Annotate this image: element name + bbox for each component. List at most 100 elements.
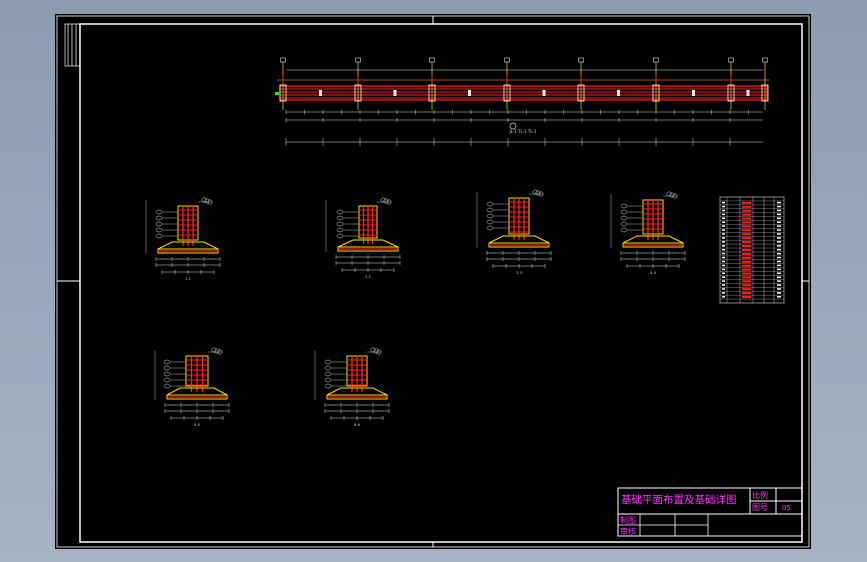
leader-bubble [620, 227, 628, 233]
table-cell-mark [777, 221, 781, 223]
footing-detail: 5-5 [154, 347, 230, 427]
table-cell-mark [722, 280, 725, 282]
table-rebar-mark [742, 205, 751, 208]
leader-bubble [336, 215, 344, 221]
table-cell-mark [722, 288, 725, 290]
plan-tick [692, 90, 695, 96]
table-cell-mark [777, 201, 781, 204]
table-rebar-mark [742, 252, 751, 255]
plan-tick [468, 90, 471, 96]
table-rebar-mark [742, 241, 751, 244]
table-cell-mark [722, 276, 725, 278]
leader-bubble [486, 225, 494, 231]
leader-bubble [336, 227, 344, 233]
table-rebar-mark [742, 272, 751, 275]
table-cell-mark [722, 252, 725, 255]
leader-bubble [155, 221, 163, 227]
leader-bubble [324, 371, 332, 377]
table-cell-mark [777, 241, 781, 243]
table-cell-mark [777, 296, 781, 298]
callout-bubble [383, 198, 389, 204]
plan-axis-bubble [355, 57, 361, 63]
table-cell-mark [722, 209, 725, 212]
table-rebar-mark [742, 288, 751, 291]
scale-label: 比例 [752, 490, 768, 500]
table-cell-mark [777, 264, 781, 267]
plan-tick [393, 90, 397, 96]
table-cell-mark [722, 268, 725, 271]
table-cell-mark [777, 217, 781, 220]
table-rebar-mark [742, 292, 751, 295]
table-rebar-mark [742, 280, 751, 283]
section-label: 5-5 [194, 423, 200, 427]
table-cell-mark [722, 217, 725, 220]
table-cell-mark [722, 296, 725, 298]
plan-axis-bubble [280, 57, 286, 63]
table-cell-mark [777, 233, 781, 235]
inner-border [79, 23, 803, 543]
table-rebar-mark [742, 221, 751, 224]
table-rebar-mark [742, 217, 751, 220]
footing-detail: 3-3 [476, 189, 552, 275]
leader-bubble [155, 215, 163, 221]
table-cell-mark [722, 213, 725, 216]
leader-bubble [620, 203, 628, 209]
table-rebar-mark [742, 260, 751, 263]
center-marks [57, 16, 809, 547]
table-rebar-mark [742, 233, 751, 236]
table-cell-mark [722, 260, 725, 263]
leader-bubble [324, 365, 332, 371]
drawing-no-label: 图号 [752, 503, 768, 512]
drawing-title: 基础平面布置及基础详图 [621, 493, 737, 506]
leader-bubble [620, 221, 628, 227]
rebar-schedule-table [719, 196, 785, 304]
table-rebar-mark [742, 245, 751, 248]
leader-bubble [324, 377, 332, 383]
table-rebar-mark [742, 209, 751, 212]
table-rebar-mark [742, 201, 751, 204]
callout-bubble [535, 190, 541, 196]
binding-strip [64, 23, 81, 67]
leader-bubble [163, 371, 171, 377]
callout-bubble [669, 192, 675, 198]
table-cell-mark [777, 252, 781, 255]
table-rebar-mark [742, 284, 751, 287]
plan-tick [542, 90, 546, 96]
footing-detail: 6-6 [314, 347, 390, 427]
leader-bubble [324, 383, 332, 389]
leader-bubble [486, 219, 494, 225]
table-rebar-mark [742, 276, 751, 279]
callout-bubble [201, 197, 207, 203]
section-label: 2-2 [365, 275, 371, 279]
leader-bubble [324, 359, 332, 365]
leader-bubble [155, 227, 163, 233]
table-cell-mark [722, 241, 725, 243]
leader-bubble [163, 359, 171, 365]
table-cell-mark [777, 205, 781, 208]
callout-bubble [532, 189, 538, 195]
table-cell-mark [722, 221, 725, 223]
table-cell-mark [722, 248, 725, 251]
leader-bubble [336, 209, 344, 215]
title-block: 基础平面布置及基础详图 比例 图号 05 制图 审核 [617, 487, 803, 537]
table-cell-mark [722, 201, 725, 204]
table-cell-mark [722, 284, 725, 286]
table-cell-mark [722, 229, 725, 231]
drawing-sheet: JL-1 TL-1 TL-1 1-1 2-2 3-3 4-4 5-5 6-6 基础平面布置… [55, 14, 811, 549]
callout-bubble [373, 348, 379, 354]
cad-drawing-canvas: JL-1 TL-1 TL-1 1-1 2-2 3-3 4-4 5-5 6-6 基础平面布置… [56, 15, 810, 548]
callout-bubble [666, 191, 672, 197]
callout-bubble [211, 347, 217, 353]
table-rebar-mark [742, 264, 751, 267]
table-cell-mark [777, 225, 781, 227]
plan-axis-bubble [653, 57, 659, 63]
plan-axis-bubble [504, 57, 510, 63]
plan-caption: JL-1 TL-1 TL-1 [508, 129, 537, 134]
table-cell-mark [777, 209, 781, 212]
table-cell-mark [777, 229, 781, 231]
plan-axis-bubble [728, 57, 734, 63]
footing-detail: 4-4 [610, 191, 686, 275]
plan-axis-bubble [429, 57, 435, 63]
checked-by-label: 审核 [620, 526, 636, 536]
table-cell-mark [722, 225, 725, 227]
